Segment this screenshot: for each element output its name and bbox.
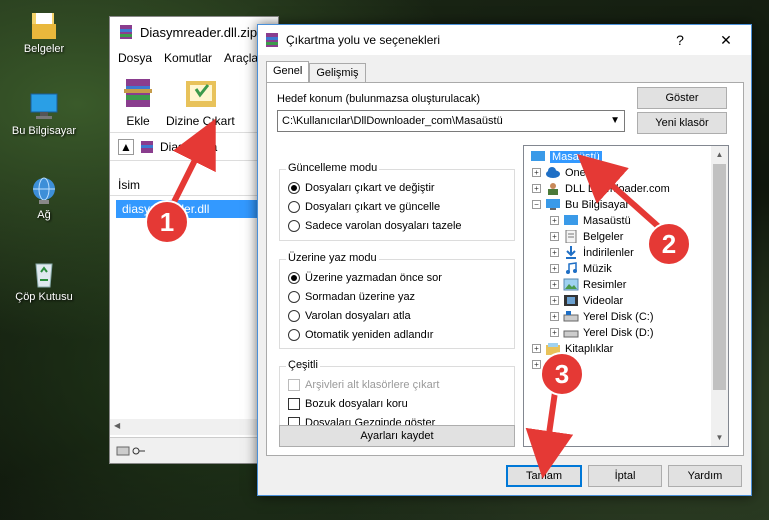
step-badge-3: 3: [540, 352, 584, 396]
arrow-2: [577, 154, 662, 231]
arrow-3: [525, 391, 574, 479]
step-badge-2: 2: [647, 222, 691, 266]
arrow-1: [167, 118, 216, 212]
step-badge-1: 1: [145, 200, 189, 244]
